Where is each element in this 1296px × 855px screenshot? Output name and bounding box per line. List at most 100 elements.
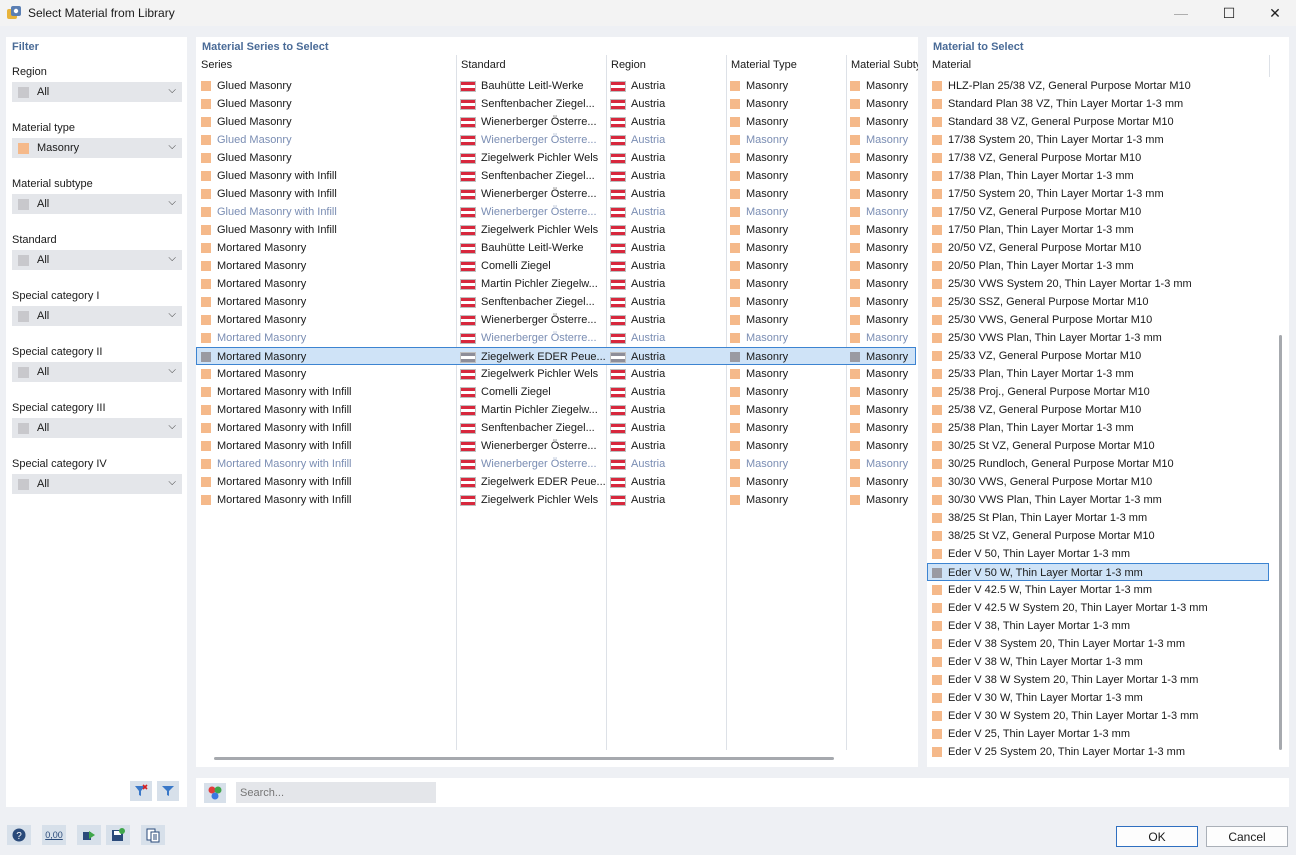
color-settings-button[interactable]: [204, 783, 226, 803]
column-header-material[interactable]: Material: [932, 59, 971, 71]
filter-dropdown[interactable]: Masonry ⌵: [12, 138, 182, 158]
list-item[interactable]: Eder V 38, Thin Layer Mortar 1-3 mm: [927, 617, 1269, 635]
list-item[interactable]: 38/25 St Plan, Thin Layer Mortar 1-3 mm: [927, 509, 1269, 527]
table-row[interactable]: Mortared Masonry with Infill Wienerberger…: [196, 455, 916, 473]
filter-dropdown[interactable]: All ⌵: [12, 474, 182, 494]
list-item[interactable]: Standard 38 VZ, General Purpose Mortar M…: [927, 113, 1269, 131]
list-item[interactable]: Eder V 38 System 20, Thin Layer Mortar 1…: [927, 635, 1269, 653]
list-item[interactable]: 17/38 System 20, Thin Layer Mortar 1-3 m…: [927, 131, 1269, 149]
table-row[interactable]: Glued Masonry Wienerberger Österre... Aust…: [196, 113, 916, 131]
list-item[interactable]: 20/50 VZ, General Purpose Mortar M10: [927, 239, 1269, 257]
column-header-material-subtype[interactable]: Material Subtype: [851, 59, 918, 71]
clear-filter-button[interactable]: [130, 781, 152, 801]
apply-filter-button[interactable]: [157, 781, 179, 801]
list-item[interactable]: 30/30 VWS Plan, Thin Layer Mortar 1-3 mm: [927, 491, 1269, 509]
table-row[interactable]: Glued Masonry Bauhütte Leitl-Werke Austria…: [196, 77, 916, 95]
list-item[interactable]: 25/38 VZ, General Purpose Mortar M10: [927, 401, 1269, 419]
list-item[interactable]: 25/33 VZ, General Purpose Mortar M10: [927, 347, 1269, 365]
filter-dropdown[interactable]: All ⌵: [12, 82, 182, 102]
units-button[interactable]: 0,00: [42, 825, 66, 845]
filter-dropdown[interactable]: All ⌵: [12, 362, 182, 382]
list-item[interactable]: Eder V 42.5 W System 20, Thin Layer Mort…: [927, 599, 1269, 617]
save-button[interactable]: [106, 825, 130, 845]
table-row[interactable]: Glued Masonry with Infill Wienerberger Ös…: [196, 203, 916, 221]
list-item[interactable]: 30/25 St VZ, General Purpose Mortar M10: [927, 437, 1269, 455]
list-item[interactable]: Eder V 25, Thin Layer Mortar 1-3 mm: [927, 725, 1269, 743]
list-item[interactable]: 17/50 Plan, Thin Layer Mortar 1-3 mm: [927, 221, 1269, 239]
vertical-scrollbar[interactable]: [1279, 335, 1282, 750]
table-row[interactable]: Mortared Masonry with Infill Wienerberger…: [196, 437, 916, 455]
table-row[interactable]: Mortared Masonry Martin Pichler Ziegelw..…: [196, 275, 916, 293]
list-item[interactable]: Eder V 38 W, Thin Layer Mortar 1-3 mm: [927, 653, 1269, 671]
list-item[interactable]: Eder V 42.5 W, Thin Layer Mortar 1-3 mm: [927, 581, 1269, 599]
list-item[interactable]: 30/25 Rundloch, General Purpose Mortar M…: [927, 455, 1269, 473]
filter-label: Region: [12, 66, 47, 78]
table-row[interactable]: Mortared Masonry Ziegelwerk EDER Peue... A…: [196, 347, 916, 365]
color-swatch-icon: [18, 366, 29, 378]
list-item[interactable]: Eder V 50, Thin Layer Mortar 1-3 mm: [927, 545, 1269, 563]
table-row[interactable]: Mortared Masonry Bauhütte Leitl-Werke Aust…: [196, 239, 916, 257]
list-item[interactable]: 17/38 VZ, General Purpose Mortar M10: [927, 149, 1269, 167]
export-button[interactable]: [77, 825, 101, 845]
table-row[interactable]: Glued Masonry with Infill Wienerberger Ös…: [196, 185, 916, 203]
library-button[interactable]: [141, 825, 165, 845]
table-row[interactable]: Glued Masonry Ziegelwerk Pichler Wels Aust…: [196, 149, 916, 167]
list-item[interactable]: 20/50 Plan, Thin Layer Mortar 1-3 mm: [927, 257, 1269, 275]
color-swatch-icon: [201, 441, 211, 451]
list-item[interactable]: 25/30 VWS System 20, Thin Layer Mortar 1…: [927, 275, 1269, 293]
column-header-material-type[interactable]: Material Type: [731, 59, 797, 71]
list-item[interactable]: 25/38 Proj., General Purpose Mortar M10: [927, 383, 1269, 401]
table-row[interactable]: Mortared Masonry Senftenbacher Ziegel... A…: [196, 293, 916, 311]
table-row[interactable]: Glued Masonry with Infill Senftenbacher Z…: [196, 167, 916, 185]
ok-button[interactable]: OK: [1116, 826, 1198, 847]
list-item[interactable]: 30/30 VWS, General Purpose Mortar M10: [927, 473, 1269, 491]
column-header-series[interactable]: Series: [201, 59, 232, 71]
list-item[interactable]: Eder V 50 W, Thin Layer Mortar 1-3 mm: [927, 563, 1269, 581]
list-item[interactable]: 17/50 VZ, General Purpose Mortar M10: [927, 203, 1269, 221]
table-row[interactable]: Mortared Masonry Wienerberger Österre... A…: [196, 311, 916, 329]
list-item[interactable]: Standard Plan 38 VZ, Thin Layer Mortar 1…: [927, 95, 1269, 113]
list-item[interactable]: 25/30 SSZ, General Purpose Mortar M10: [927, 293, 1269, 311]
filter-dropdown[interactable]: All ⌵: [12, 250, 182, 270]
table-row[interactable]: Mortared Masonry Comelli Ziegel Austria Mas…: [196, 257, 916, 275]
austria-flag-icon: [610, 278, 626, 290]
column-header-region[interactable]: Region: [611, 59, 646, 71]
close-button[interactable]: ✕: [1252, 0, 1296, 26]
list-item[interactable]: 25/30 VWS Plan, Thin Layer Mortar 1-3 mm: [927, 329, 1269, 347]
table-row[interactable]: Glued Masonry with Infill Ziegelwerk Pich…: [196, 221, 916, 239]
list-item[interactable]: 38/25 St VZ, General Purpose Mortar M10: [927, 527, 1269, 545]
list-item[interactable]: Eder V 25 System 20, Thin Layer Mortar 1…: [927, 743, 1269, 761]
horizontal-scrollbar[interactable]: [214, 757, 834, 760]
color-swatch-icon: [201, 333, 211, 343]
maximize-button[interactable]: ☐: [1206, 0, 1252, 26]
list-item[interactable]: 17/38 Plan, Thin Layer Mortar 1-3 mm: [927, 167, 1269, 185]
table-row[interactable]: Mortared Masonry with Infill Senftenbache…: [196, 419, 916, 437]
table-row[interactable]: Mortared Masonry with Infill Comelli Zieg…: [196, 383, 916, 401]
help-button[interactable]: ?: [7, 825, 31, 845]
material-name: 20/50 VZ, General Purpose Mortar M10: [948, 242, 1142, 254]
filter-dropdown[interactable]: All ⌵: [12, 418, 182, 438]
cell-text: Austria: [631, 386, 666, 398]
table-row[interactable]: Mortared Masonry with Infill Ziegelwerk E…: [196, 473, 916, 491]
table-row[interactable]: Mortared Masonry with Infill Martin Pichl…: [196, 401, 916, 419]
minimize-button[interactable]: —: [1158, 0, 1204, 26]
list-item[interactable]: Eder V 38 W System 20, Thin Layer Mortar…: [927, 671, 1269, 689]
cell-text: Masonry: [746, 260, 789, 272]
table-row[interactable]: Mortared Masonry with Infill Ziegelwerk P…: [196, 491, 916, 509]
list-item[interactable]: 17/50 System 20, Thin Layer Mortar 1-3 m…: [927, 185, 1269, 203]
list-item[interactable]: Eder V 30 W System 20, Thin Layer Mortar…: [927, 707, 1269, 725]
list-item[interactable]: Eder V 30 W, Thin Layer Mortar 1-3 mm: [927, 689, 1269, 707]
table-row[interactable]: Mortared Masonry Ziegelwerk Pichler Wels A…: [196, 365, 916, 383]
list-item[interactable]: 25/33 Plan, Thin Layer Mortar 1-3 mm: [927, 365, 1269, 383]
table-row[interactable]: Mortared Masonry Wienerberger Österre... A…: [196, 329, 916, 347]
list-item[interactable]: 25/38 Plan, Thin Layer Mortar 1-3 mm: [927, 419, 1269, 437]
table-row[interactable]: Glued Masonry Senftenbacher Ziegel... Aust…: [196, 95, 916, 113]
search-input[interactable]: [236, 782, 436, 803]
list-item[interactable]: 25/30 VWS, General Purpose Mortar M10: [927, 311, 1269, 329]
column-header-standard[interactable]: Standard: [461, 59, 506, 71]
table-row[interactable]: Glued Masonry Wienerberger Österre... Aust…: [196, 131, 916, 149]
cancel-button[interactable]: Cancel: [1206, 826, 1288, 847]
filter-dropdown[interactable]: All ⌵: [12, 306, 182, 326]
filter-dropdown[interactable]: All ⌵: [12, 194, 182, 214]
list-item[interactable]: HLZ-Plan 25/38 VZ, General Purpose Morta…: [927, 77, 1269, 95]
